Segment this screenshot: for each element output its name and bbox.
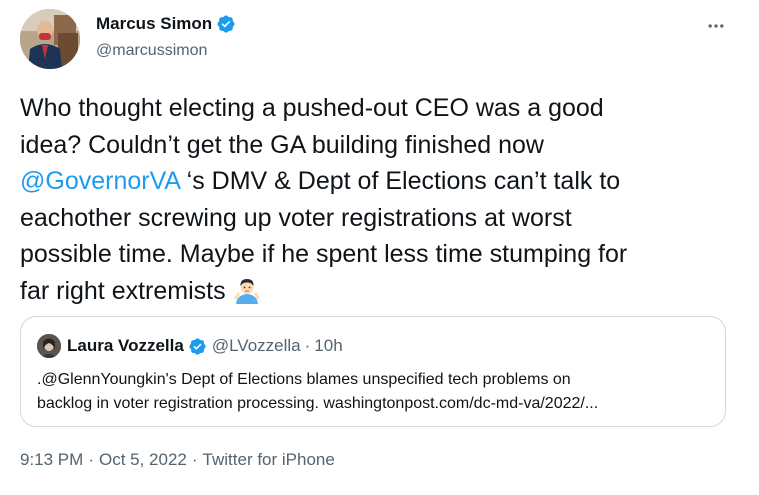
tweet-source[interactable]: Twitter for iPhone: [203, 450, 335, 470]
tweet-text-line: Who thought electing a pushed-out CEO wa…: [20, 94, 604, 122]
tweet-time[interactable]: 9:13 PM: [20, 450, 83, 470]
tweet-text-line: @GovernorVA ‘s DMV & Dept of Elections c…: [20, 163, 740, 200]
separator-dot: ·: [304, 336, 311, 355]
separator-dot: ·: [88, 450, 94, 469]
tweet-text-fragment: far right extremists: [20, 276, 226, 305]
tweet-card: Marcus Simon @marcussimon Who thought el…: [0, 0, 759, 495]
quoted-avatar[interactable]: [37, 334, 61, 358]
tweet-text: Who thought electing a pushed-out CEO wa…: [20, 90, 740, 309]
quoted-text-line: backlog in voter registration processing…: [37, 395, 599, 412]
quoted-header: Laura Vozzella @LVozzella · 10h: [67, 336, 343, 356]
tweet-date[interactable]: Oct 5, 2022: [99, 450, 187, 470]
tweet-text-fragment: ‘s DMV & Dept of Elections can’t talk to: [179, 167, 621, 195]
more-options-button[interactable]: [702, 12, 730, 40]
more-horizontal-icon: [708, 24, 724, 28]
quoted-handle[interactable]: @LVozzella: [212, 336, 301, 356]
quoted-text: .@GlennYoungkin's Dept of Elections blam…: [37, 368, 709, 416]
avatar-photo: [20, 9, 80, 69]
separator-dot: ·: [191, 450, 198, 469]
quoted-avatar-photo: [37, 334, 61, 358]
mention-link[interactable]: @GovernorVA: [20, 167, 180, 195]
verified-badge-icon: [217, 15, 235, 33]
quoted-text-line: .@GlennYoungkin's Dept of Elections blam…: [37, 371, 571, 388]
author-handle[interactable]: @marcussimon: [96, 42, 207, 60]
tweet-footer: 9:13 PM · Oct 5, 2022 · Twitter for iPho…: [20, 450, 335, 470]
verified-badge-icon: [189, 337, 206, 355]
quoted-timestamp[interactable]: 10h: [314, 336, 342, 356]
author-display-name[interactable]: Marcus Simon: [96, 14, 212, 34]
avatar[interactable]: [20, 9, 80, 69]
tweet-text-line: eachother screwing up voter registration…: [20, 203, 572, 232]
quoted-display-name[interactable]: Laura Vozzella: [67, 336, 184, 356]
man-shrugging-emoji: [233, 278, 260, 304]
author-name-row[interactable]: Marcus Simon: [96, 14, 236, 34]
quoted-tweet[interactable]: Laura Vozzella @LVozzella · 10h .@GlennY…: [20, 316, 726, 427]
tweet-text-line: far right extremists: [20, 273, 740, 310]
tweet-text-line: idea? Couldn’t get the GA building finis…: [20, 130, 544, 159]
tweet-text-line: possible time. Maybe if he spent less ti…: [20, 240, 628, 268]
